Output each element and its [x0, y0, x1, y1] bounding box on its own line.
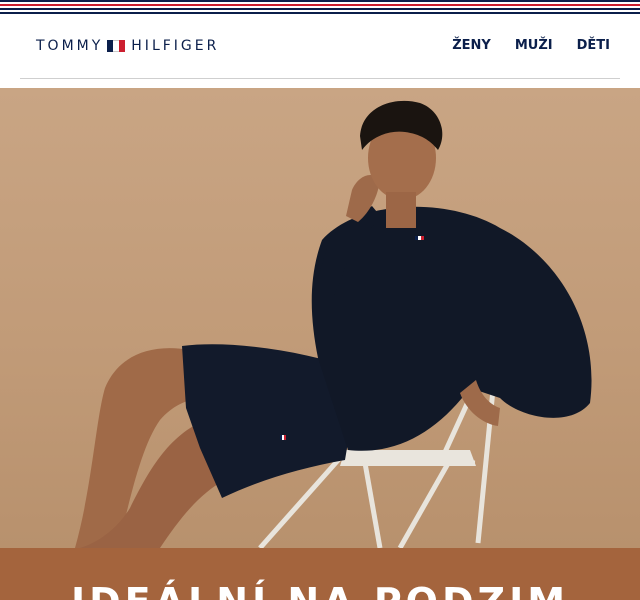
nav-item-men[interactable]: MUŽI — [515, 38, 553, 53]
header-divider — [20, 78, 620, 79]
hero-image[interactable] — [0, 88, 640, 548]
tommy-flag-icon — [107, 40, 126, 52]
neck — [386, 192, 416, 228]
nav-item-women[interactable]: ŽENY — [452, 38, 491, 53]
logo-text-right: HILFIGER — [131, 38, 220, 54]
nav-item-kids[interactable]: DĚTI — [577, 38, 610, 53]
sweater-logo-icon — [415, 236, 424, 240]
banner-title: IDEÁLNÍ NA PODZIM — [0, 580, 640, 600]
main-nav: ŽENY MUŽI DĚTI — [452, 38, 610, 53]
shorts-logo-icon — [280, 435, 286, 440]
brand-logo[interactable]: TOMMY HILFIGER — [36, 38, 219, 54]
hero-illustration — [75, 100, 592, 548]
logo-text-left: TOMMY — [36, 38, 104, 54]
chair-seat — [340, 450, 476, 466]
header: TOMMY HILFIGER ŽENY MUŽI DĚTI — [0, 14, 640, 78]
brand-stripe-bar — [0, 0, 640, 14]
promo-banner[interactable]: IDEÁLNÍ NA PODZIM — [0, 548, 640, 600]
